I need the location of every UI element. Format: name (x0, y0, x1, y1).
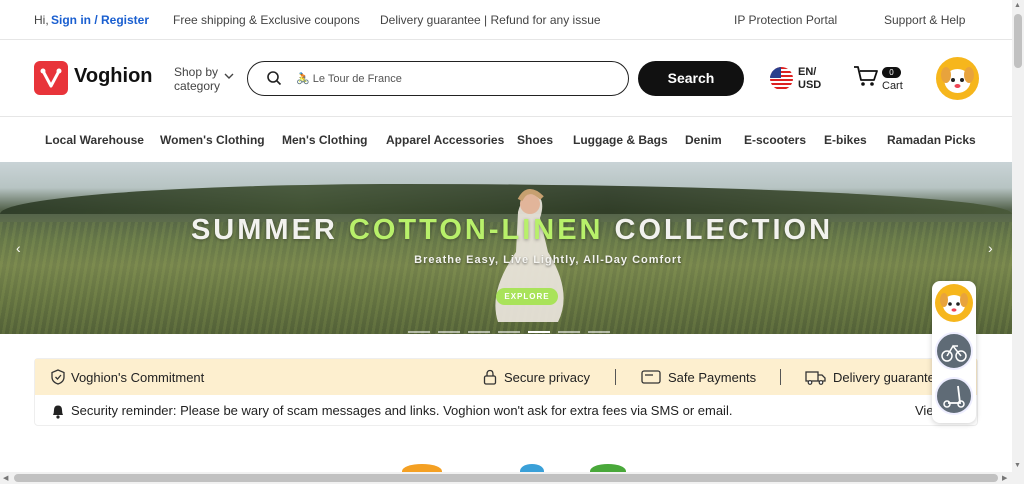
commitment-panel: Voghion's Commitment Secure privacy Safe… (34, 358, 978, 426)
cart-label[interactable]: Cart (882, 80, 903, 92)
language-label: EN/ (798, 66, 817, 78)
horizontal-scroll-thumb[interactable] (14, 474, 998, 482)
divider (615, 369, 616, 385)
scroll-down-icon[interactable]: ▼ (1014, 462, 1021, 469)
commitment-bar: Voghion's Commitment Secure privacy Safe… (35, 359, 977, 395)
delivery-truck-icon (805, 370, 827, 388)
category-label: category (174, 79, 221, 93)
horizontal-scrollbar[interactable]: ◀ ▶ (0, 472, 1012, 484)
ip-protection-link[interactable]: IP Protection Portal (734, 13, 837, 27)
chevron-down-icon[interactable] (224, 72, 234, 83)
vertical-scrollbar[interactable]: ▲ ▼ (1012, 0, 1024, 484)
support-help-link[interactable]: Support & Help (884, 13, 965, 27)
bell-icon (51, 403, 65, 424)
delivery-guarantee-link[interactable]: Delivery guarantee | Refund for any issu… (380, 13, 601, 27)
language-currency-selector[interactable]: EN/ USD (798, 66, 821, 92)
us-flag-icon[interactable] (770, 67, 793, 90)
security-reminder-text: Security reminder: Please be wary of sca… (71, 403, 733, 418)
greeting-text: Hi, (34, 13, 49, 27)
search-input[interactable]: 🚴 Le Tour de France (247, 61, 629, 96)
e-bike-icon[interactable] (935, 332, 973, 370)
scroll-up-icon[interactable]: ▲ (1014, 2, 1021, 9)
slide-dot[interactable] (498, 331, 520, 333)
logo-wordmark[interactable]: Voghion (74, 65, 153, 88)
shop-by-label: Shop by (174, 65, 219, 79)
category-apparel-accessories[interactable]: Apparel Accessories (386, 133, 504, 147)
search-button[interactable]: Search (638, 61, 744, 96)
category-e-scooters[interactable]: E-scooters (744, 133, 806, 147)
slide-dot[interactable] (528, 331, 550, 333)
search-icon[interactable] (266, 70, 282, 91)
chevron-left-icon[interactable]: ‹ (16, 240, 21, 256)
cart-icon[interactable] (853, 65, 879, 92)
category-e-bikes[interactable]: E-bikes (824, 133, 867, 147)
cart-count-badge: 0 (882, 67, 901, 78)
banner-title-accent: COTTON-LINEN (348, 214, 604, 246)
header: Voghion Shop by category 🚴 Le Tour de Fr… (0, 41, 1012, 117)
hero-banner[interactable]: SUMMER COTTON-LINEN COLLECTION Breathe E… (0, 162, 1012, 334)
banner-title-part-3: COLLECTION (603, 214, 834, 246)
top-utility-bar: Hi, Sign in / Register Free shipping & E… (0, 0, 1012, 40)
page: Hi, Sign in / Register Free shipping & E… (0, 0, 1024, 484)
signin-register-link[interactable]: Sign in / Register (51, 13, 149, 27)
chevron-right-icon[interactable]: › (988, 240, 993, 256)
category-shoes[interactable]: Shoes (517, 133, 553, 147)
banner-title-part-1: SUMMER (190, 214, 349, 246)
secure-privacy-label[interactable]: Secure privacy (504, 370, 590, 385)
vertical-scroll-thumb[interactable] (1014, 14, 1022, 68)
category-ramadan-picks[interactable]: Ramadan Picks (887, 133, 976, 147)
category-local-warehouse[interactable]: Local Warehouse (45, 133, 144, 147)
banner-title: SUMMER COTTON-LINEN COLLECTION (0, 214, 1012, 247)
search-placeholder: 🚴 Le Tour de France (296, 73, 402, 85)
banner-subtitle: Breathe Easy, Live Lightly, All-Day Comf… (414, 254, 682, 266)
shop-by-category-button[interactable]: Shop by category (174, 65, 220, 93)
lock-icon (483, 369, 497, 388)
free-shipping-link[interactable]: Free shipping & Exclusive coupons (173, 13, 360, 27)
category-luggage-bags[interactable]: Luggage & Bags (573, 133, 668, 147)
e-scooter-icon[interactable] (935, 377, 973, 415)
mascot-icon[interactable] (935, 284, 973, 322)
commitment-title: Voghion's Commitment (71, 370, 205, 385)
category-denim[interactable]: Denim (685, 133, 722, 147)
slide-dot[interactable] (558, 331, 580, 333)
slide-dot[interactable] (468, 331, 490, 333)
slide-indicators (408, 320, 618, 334)
category-nav: Local Warehouse Women's Clothing Men's C… (0, 117, 1012, 161)
scroll-left-icon[interactable]: ◀ (3, 474, 8, 482)
currency-label: USD (798, 79, 822, 91)
banner-explore-button[interactable]: EXPLORE (496, 288, 558, 305)
floating-quick-panel (932, 281, 976, 423)
category-womens-clothing[interactable]: Women's Clothing (160, 133, 265, 147)
slide-dot[interactable] (588, 331, 610, 333)
delivery-guarantee-label[interactable]: Delivery guarantee (833, 370, 942, 385)
category-mens-clothing[interactable]: Men's Clothing (282, 133, 368, 147)
slide-dot[interactable] (408, 331, 430, 333)
user-avatar[interactable] (936, 57, 979, 100)
scroll-right-icon[interactable]: ▶ (1002, 474, 1007, 482)
credit-card-icon (641, 370, 661, 387)
divider (780, 369, 781, 385)
slide-dot[interactable] (438, 331, 460, 333)
logo-icon[interactable] (34, 61, 68, 95)
shield-check-icon (51, 369, 65, 388)
safe-payments-label[interactable]: Safe Payments (668, 370, 756, 385)
